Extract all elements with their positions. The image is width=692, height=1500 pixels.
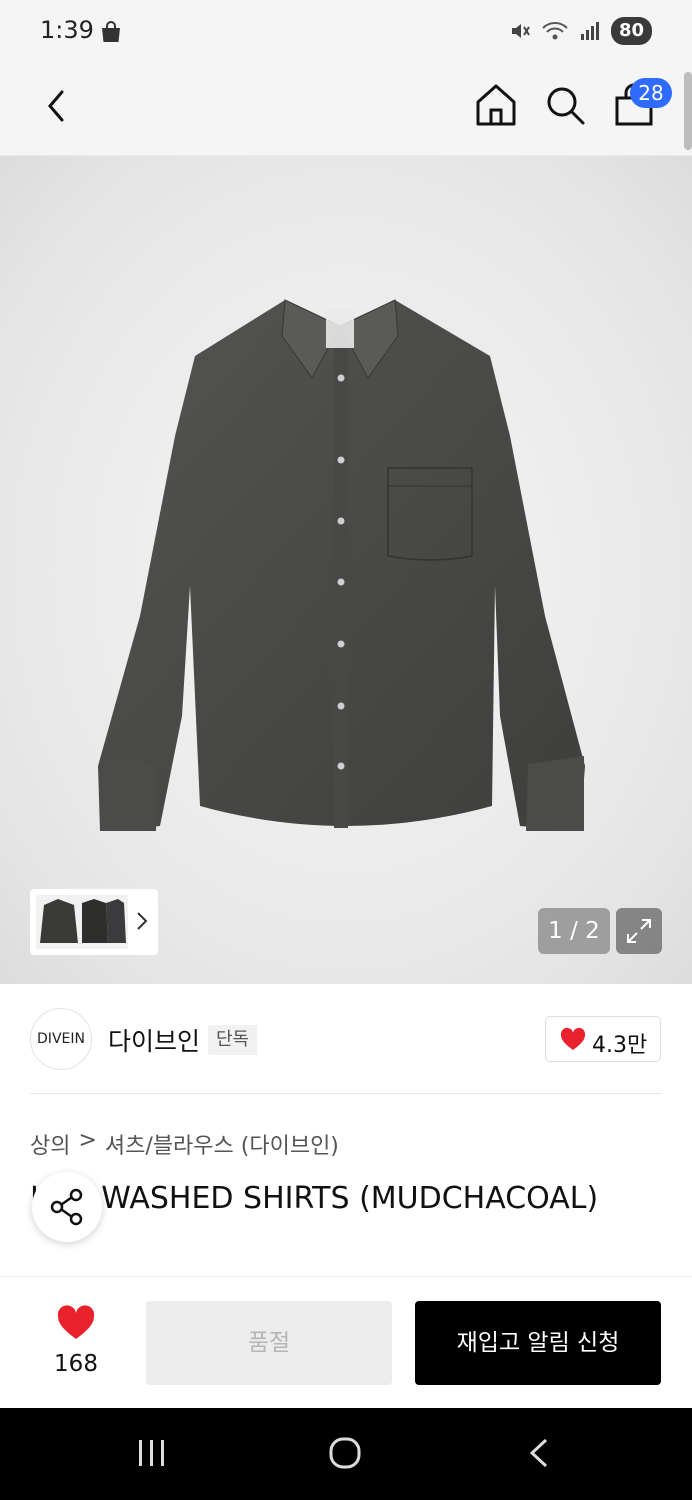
- recents-icon[interactable]: [136, 1438, 168, 1468]
- back-nav-icon[interactable]: [526, 1436, 552, 1470]
- status-bar: 1:39 80: [0, 0, 692, 62]
- product-title: LIFE WASHED SHIRTS (MUDCHACOAL): [30, 1181, 599, 1216]
- brand-like-count: 4.3만: [592, 1033, 648, 1058]
- heart-icon: [560, 1028, 586, 1050]
- soldout-button[interactable]: 품절: [146, 1301, 392, 1385]
- back-icon[interactable]: [38, 84, 78, 128]
- bottom-action-bar: 168 품절 재입고 알림 신청: [0, 1276, 692, 1408]
- thumbnail-strip[interactable]: [30, 889, 158, 955]
- brand-like-button[interactable]: 4.3만: [545, 1016, 661, 1062]
- breadcrumb: 상의 > 셔츠/블라우스 (다이브인): [30, 1128, 339, 1160]
- breadcrumb-subcategory[interactable]: 셔츠/블라우스 (다이브인): [105, 1128, 339, 1160]
- status-time: 1:39: [40, 16, 94, 44]
- search-icon[interactable]: [544, 84, 586, 126]
- system-navigation-bar: [0, 1408, 692, 1500]
- divider: [30, 1093, 662, 1094]
- wifi-icon: [542, 22, 568, 40]
- scrollbar[interactable]: [684, 72, 692, 150]
- product-image[interactable]: 1 / 2: [0, 156, 692, 984]
- battery-indicator: 80: [610, 17, 652, 45]
- wishlist-heart-icon[interactable]: [56, 1305, 96, 1341]
- signal-icon: [580, 22, 599, 40]
- share-icon: [50, 1188, 83, 1226]
- exclusive-badge: 단독: [208, 1025, 258, 1055]
- brand-name[interactable]: 다이브인: [108, 1022, 200, 1058]
- expand-icon[interactable]: [616, 908, 662, 954]
- product-shirt-image: [98, 299, 585, 831]
- wishlist-count: 168: [54, 1351, 98, 1377]
- mute-icon: [511, 24, 530, 38]
- home-icon[interactable]: [474, 82, 518, 128]
- shopping-bag-icon: [102, 21, 120, 42]
- breadcrumb-separator: >: [78, 1128, 97, 1153]
- breadcrumb-category[interactable]: 상의: [30, 1128, 70, 1160]
- status-icons: 80: [509, 17, 652, 45]
- home-nav-icon[interactable]: [328, 1436, 362, 1470]
- chevron-right-icon[interactable]: [134, 907, 150, 935]
- top-nav: [0, 62, 692, 156]
- cart-count-badge: 28: [630, 78, 672, 108]
- share-button[interactable]: [32, 1172, 102, 1242]
- restock-alert-button[interactable]: 재입고 알림 신청: [415, 1301, 661, 1385]
- thumbnail-image[interactable]: [36, 895, 128, 949]
- image-page-counter: 1 / 2: [538, 908, 610, 954]
- brand-logo[interactable]: DIVEIN: [30, 1008, 92, 1070]
